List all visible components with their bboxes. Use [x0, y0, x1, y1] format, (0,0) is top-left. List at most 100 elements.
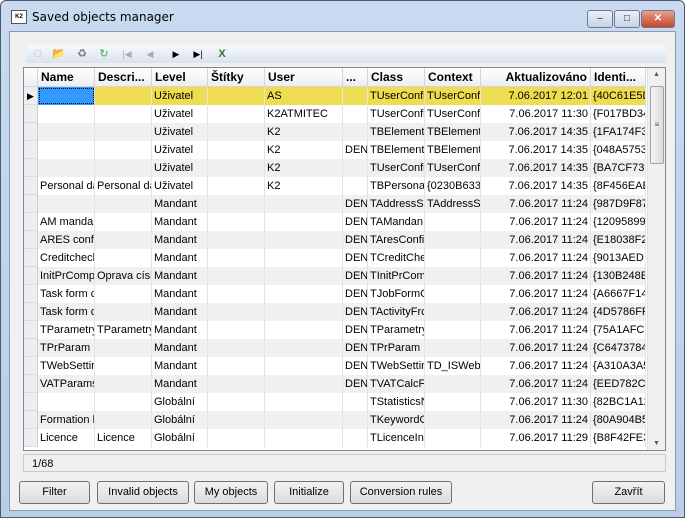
cell-description[interactable]: Oprava císl [95, 267, 152, 285]
cell-level[interactable]: Mandant [152, 195, 208, 213]
cell-more[interactable]: DEN [343, 339, 368, 357]
cell-updated[interactable]: 7.06.2017 11:24 [481, 375, 591, 393]
row-indicator[interactable] [24, 141, 38, 159]
cell-tags[interactable] [208, 141, 265, 159]
table-row[interactable]: Personal da Personal da Uživatel K2 TBPerson… [24, 177, 646, 195]
cell-updated[interactable]: 7.06.2017 11:24 [481, 339, 591, 357]
cell-updated[interactable]: 7.06.2017 11:24 [481, 213, 591, 231]
cell-tags[interactable] [208, 285, 265, 303]
cell-user[interactable]: K2 [265, 123, 343, 141]
cell-user[interactable]: AS [265, 87, 343, 105]
cell-description[interactable] [95, 357, 152, 375]
cell-user[interactable] [265, 231, 343, 249]
cell-more[interactable]: DEN [343, 231, 368, 249]
last-record-icon[interactable]: ▶| [190, 46, 206, 62]
column-header-user[interactable]: User [265, 68, 343, 87]
table-row[interactable]: Task form c Mandant DEN TActivityFrc 7.06.20… [24, 303, 646, 321]
cell-tags[interactable] [208, 123, 265, 141]
cell-description[interactable] [95, 339, 152, 357]
next-record-icon[interactable]: ▶ [168, 46, 184, 62]
conversion-rules-button[interactable]: Conversion rules [350, 481, 452, 504]
cell-name[interactable] [38, 159, 95, 177]
cell-level[interactable]: Uživatel [152, 141, 208, 159]
cell-user[interactable] [265, 285, 343, 303]
cell-identifier[interactable]: {80A904B5 [591, 411, 646, 429]
cell-identifier[interactable]: {A6667F14 [591, 285, 646, 303]
cell-name[interactable]: ARES conf [38, 231, 95, 249]
cell-user[interactable] [265, 249, 343, 267]
maximize-button[interactable]: □ [614, 10, 640, 28]
cell-identifier[interactable]: {9013AED [591, 249, 646, 267]
table-row[interactable]: TPrParam Mandant DEN TPrParam 7.06.2017 11:2… [24, 339, 646, 357]
cell-description[interactable] [95, 105, 152, 123]
cell-context[interactable] [425, 303, 481, 321]
cell-more[interactable] [343, 159, 368, 177]
my-objects-button[interactable]: My objects [194, 481, 268, 504]
cell-class[interactable]: TStatisticsN [368, 393, 425, 411]
cell-level[interactable]: Mandant [152, 375, 208, 393]
cell-class[interactable]: TActivityFrc [368, 303, 425, 321]
cell-description[interactable] [95, 303, 152, 321]
cell-name[interactable] [38, 141, 95, 159]
delete-icon[interactable]: ♻ [74, 46, 90, 62]
cell-level[interactable]: Mandant [152, 249, 208, 267]
close-button[interactable]: Zavřít [592, 481, 665, 504]
cell-updated[interactable]: 7.06.2017 11:29 [481, 429, 591, 447]
cell-class[interactable]: TBPersona [368, 177, 425, 195]
cell-user[interactable]: K2ATMITEC [265, 105, 343, 123]
cell-context[interactable]: TUserConfi [425, 105, 481, 123]
cell-more[interactable]: DEN [343, 303, 368, 321]
cell-context[interactable]: TUserConfi [425, 87, 481, 105]
table-row[interactable]: Uživatel K2 TBElementI TBElementI 7.06.2017 … [24, 123, 646, 141]
cell-level[interactable]: Mandant [152, 357, 208, 375]
cell-name[interactable]: TWebSettir [38, 357, 95, 375]
cell-name[interactable]: VATParams [38, 375, 95, 393]
cell-user[interactable] [265, 303, 343, 321]
cell-identifier[interactable]: {1FA174F3 [591, 123, 646, 141]
cell-updated[interactable]: 7.06.2017 14:35 [481, 159, 591, 177]
column-header-identifier[interactable]: Identi... [591, 68, 646, 87]
row-indicator[interactable] [24, 393, 38, 411]
cell-level[interactable]: Globální [152, 411, 208, 429]
cell-tags[interactable] [208, 267, 265, 285]
cell-user[interactable] [265, 267, 343, 285]
cell-level[interactable]: Uživatel [152, 87, 208, 105]
column-header-level[interactable]: Level [152, 68, 208, 87]
cell-updated[interactable]: 7.06.2017 11:30 [481, 105, 591, 123]
cell-context[interactable] [425, 231, 481, 249]
cell-updated[interactable]: 7.06.2017 11:30 [481, 393, 591, 411]
cell-more[interactable] [343, 393, 368, 411]
cell-identifier[interactable]: {F017BD34 [591, 105, 646, 123]
cell-name[interactable]: Task form c [38, 285, 95, 303]
cell-name[interactable]: Task form c [38, 303, 95, 321]
cell-more[interactable] [343, 105, 368, 123]
excel-export-icon[interactable]: X [214, 46, 230, 62]
cell-class[interactable]: TCreditChe [368, 249, 425, 267]
row-indicator[interactable] [24, 105, 38, 123]
cell-user[interactable] [265, 411, 343, 429]
cell-tags[interactable] [208, 231, 265, 249]
cell-class[interactable]: TVATCalcF [368, 375, 425, 393]
first-record-icon[interactable]: |◀ [119, 46, 135, 62]
cell-name[interactable]: InitPrCompl [38, 267, 95, 285]
cell-level[interactable]: Mandant [152, 267, 208, 285]
cell-updated[interactable]: 7.06.2017 11:24 [481, 285, 591, 303]
cell-level[interactable]: Uživatel [152, 123, 208, 141]
current-row-indicator-icon[interactable]: ▶ [24, 87, 38, 105]
cell-description[interactable] [95, 249, 152, 267]
cell-context[interactable]: TBElementI [425, 123, 481, 141]
cell-description[interactable] [95, 393, 152, 411]
cell-tags[interactable] [208, 411, 265, 429]
cell-tags[interactable] [208, 393, 265, 411]
cell-name[interactable]: Formation k [38, 411, 95, 429]
cell-description[interactable] [95, 375, 152, 393]
cell-context[interactable]: TAddressSI [425, 195, 481, 213]
cell-class[interactable]: TUserConfi [368, 159, 425, 177]
table-row[interactable]: ARES conf Mandant DEN TAresConfi 7.06.2017 1… [24, 231, 646, 249]
cell-context[interactable] [425, 213, 481, 231]
cell-class[interactable]: TJobFormC [368, 285, 425, 303]
filter-button[interactable]: Filter [19, 481, 90, 504]
cell-more[interactable]: DEN [343, 141, 368, 159]
row-indicator[interactable] [24, 249, 38, 267]
cell-updated[interactable]: 7.06.2017 11:24 [481, 321, 591, 339]
